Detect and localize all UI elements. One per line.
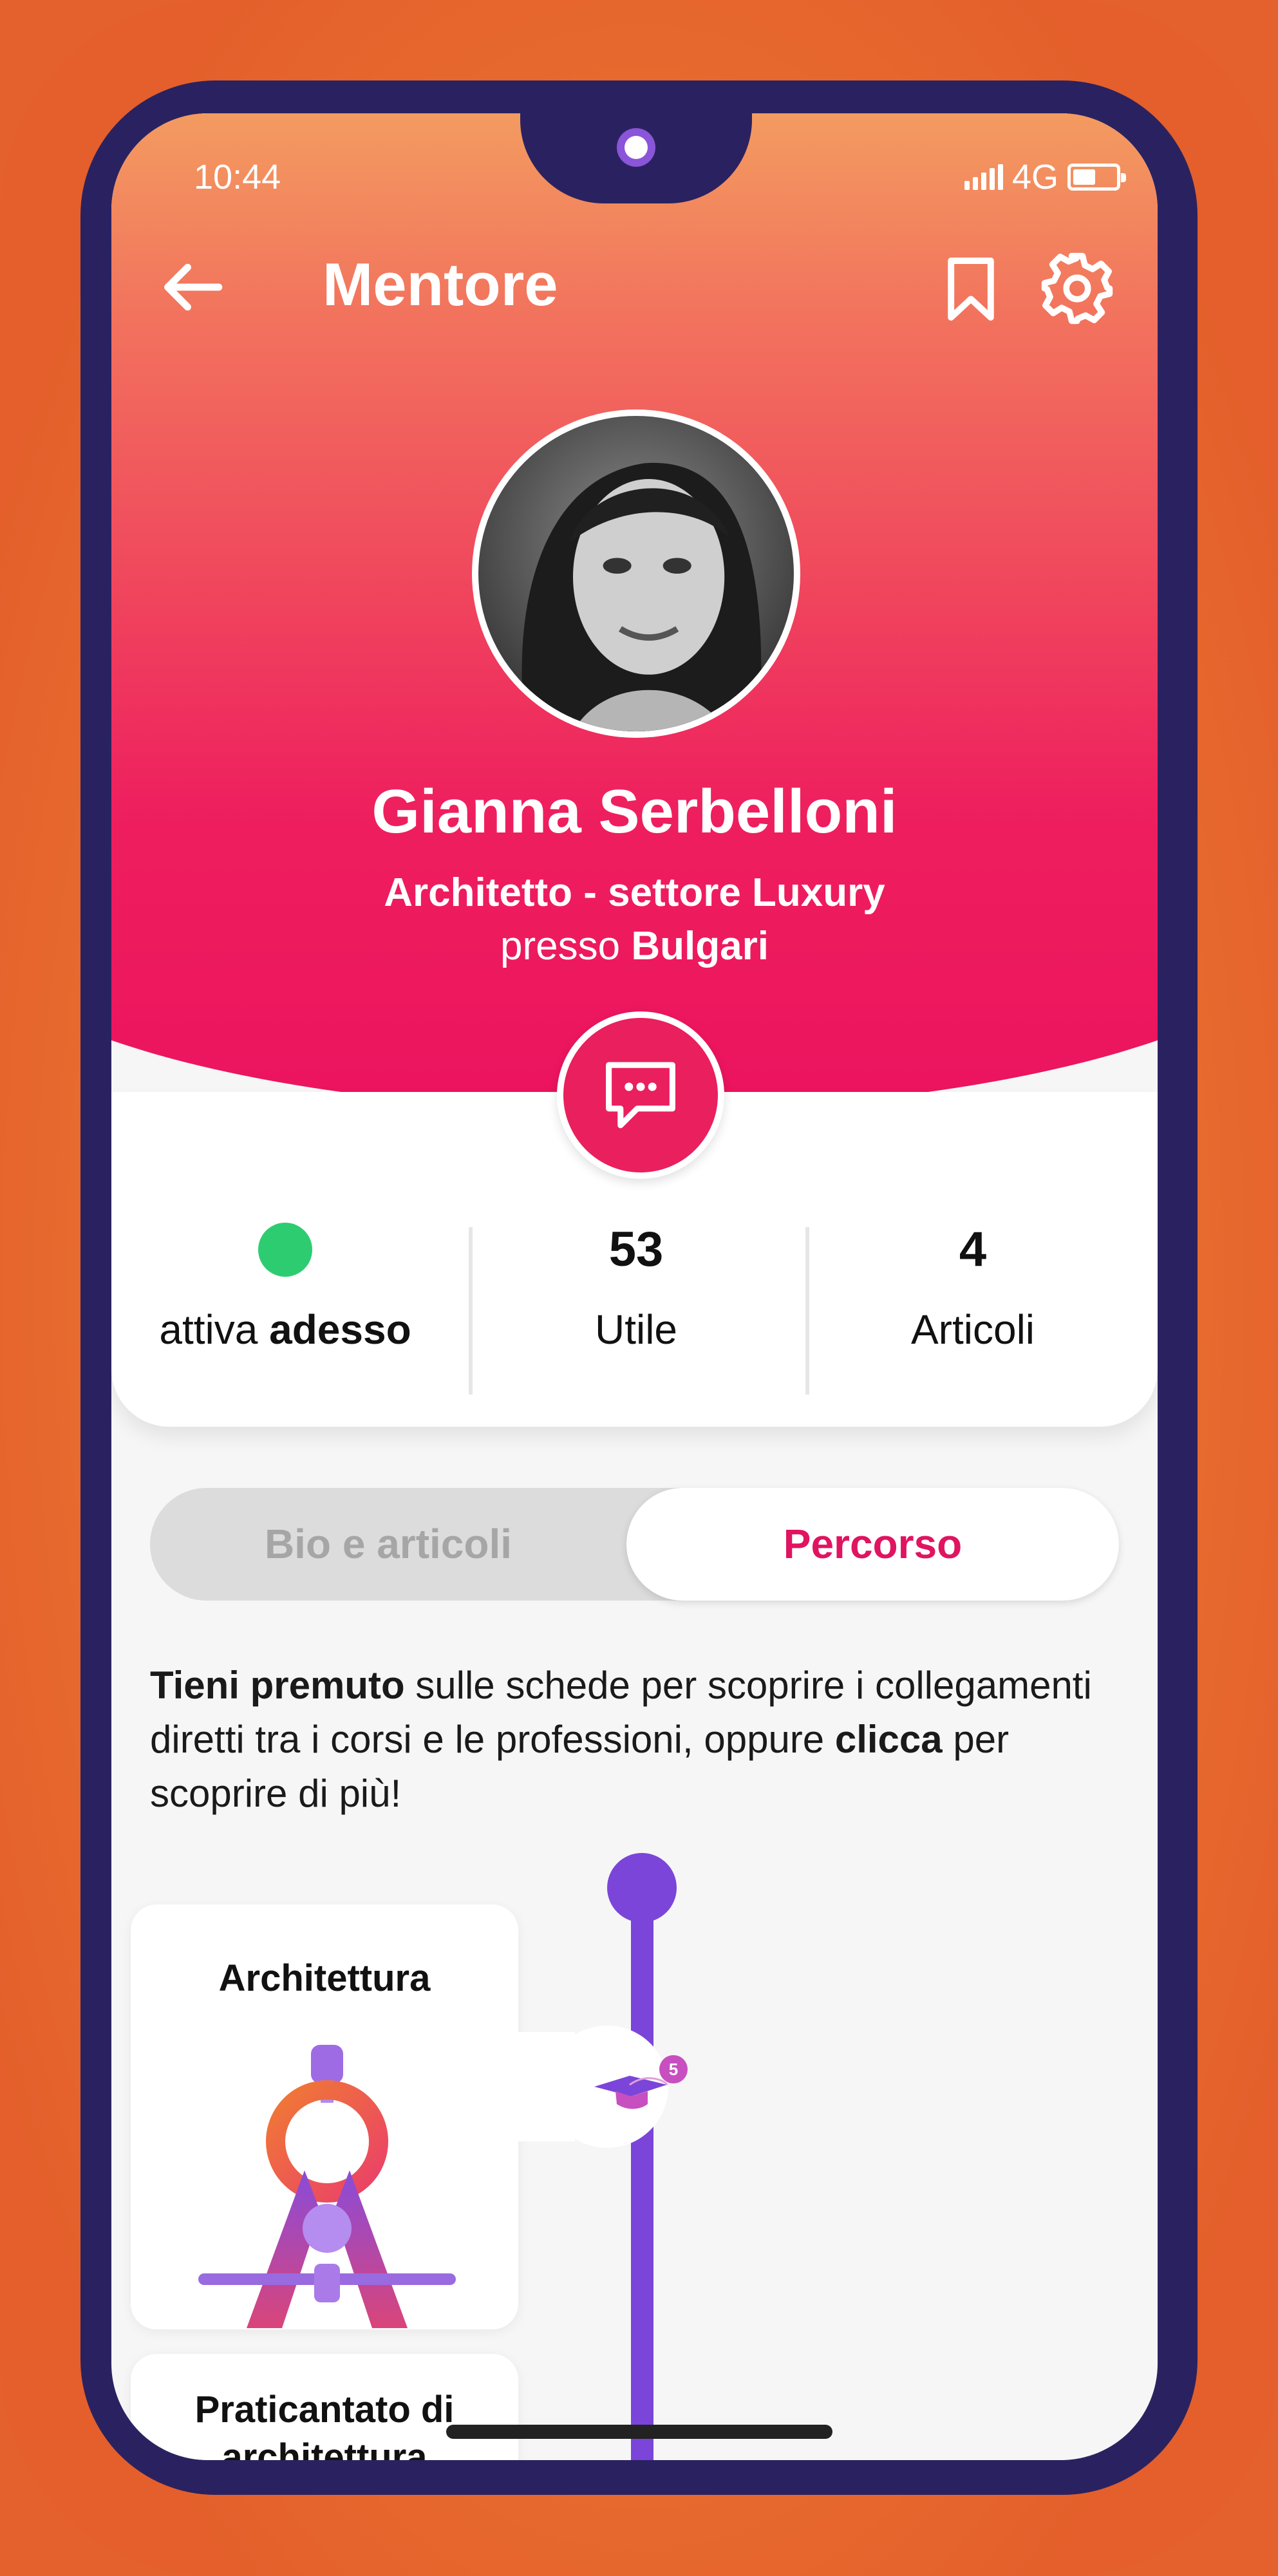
stat-useful: 53 Utile: [462, 1221, 810, 1353]
chat-bubble-icon: [606, 1062, 675, 1129]
graduation-cap-icon: 5: [594, 2055, 688, 2109]
hint-strong-click: clicca: [834, 1718, 943, 1761]
tab-bio-articles[interactable]: Bio e articoli: [150, 1488, 626, 1601]
mentor-company-line: presso Bulgari: [111, 923, 1158, 969]
useful-label: Utile: [594, 1306, 678, 1353]
back-arrow-icon[interactable]: [156, 252, 227, 323]
mentor-role: Architetto - settore Luxury: [384, 870, 885, 915]
gear-icon[interactable]: [1038, 250, 1116, 327]
card-title: Architettura: [218, 1957, 431, 1999]
avatar-portrait: [478, 416, 794, 731]
instruction-text: Tieni premuto sulle schede per scoprire …: [150, 1659, 1116, 1821]
stat-articles: 4 Articoli: [799, 1221, 1147, 1353]
app-screen: 10:44 4G Mentore Gianna Serbelloni Archi…: [111, 113, 1158, 2460]
page-title: Mentore: [323, 250, 558, 318]
camera-icon: [625, 136, 648, 159]
network-type: 4G: [1011, 158, 1058, 196]
card-title: Praticantato di architettura: [194, 2389, 455, 2460]
mentor-avatar: [472, 409, 800, 738]
tab-path[interactable]: Percorso: [626, 1488, 1119, 1601]
chat-button[interactable]: [557, 1011, 724, 1179]
status-prefix: attiva: [159, 1306, 258, 1353]
status-indicators: 4G: [964, 157, 1126, 197]
status-strong: adesso: [269, 1306, 411, 1353]
articles-label: Articoli: [910, 1306, 1035, 1353]
useful-count: 53: [608, 1222, 664, 1277]
home-indicator[interactable]: [446, 2425, 832, 2439]
signal-icon: [964, 164, 1003, 190]
status-time: 10:44: [194, 158, 281, 196]
battery-icon: [1067, 164, 1126, 191]
articles-count: 4: [959, 1222, 987, 1277]
course-count-badge: 5: [669, 2060, 678, 2079]
online-indicator: [258, 1223, 312, 1277]
timeline-start-dot: [607, 1853, 677, 1923]
section-toggle: Bio e articoli Percorso: [150, 1488, 1119, 1601]
mentor-name: Gianna Serbelloni: [371, 777, 897, 846]
company-prefix: presso: [500, 924, 621, 968]
company-name: Bulgari: [631, 924, 769, 968]
hint-strong-hold: Tieni premuto: [150, 1664, 405, 1707]
stat-online-status: attiva adesso: [111, 1221, 459, 1353]
bookmark-icon[interactable]: [935, 254, 1006, 324]
compass-icon: [198, 2045, 456, 2328]
path-timeline: [631, 1894, 653, 2460]
career-card-praticantato[interactable]: Praticantato di architettura: [131, 2354, 518, 2460]
